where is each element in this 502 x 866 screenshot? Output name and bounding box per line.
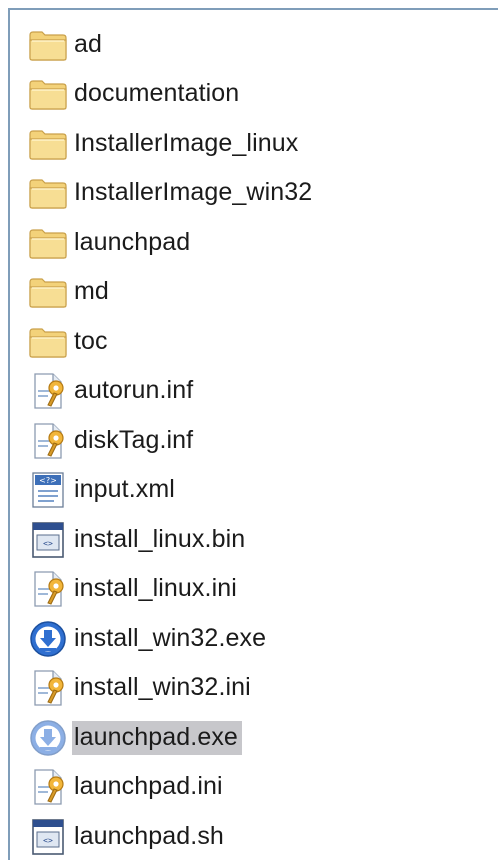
file-item[interactable]: launchpad [26,218,316,268]
installer-exe-icon [26,716,70,760]
file-item[interactable]: InstallerImage_win32 [26,169,316,219]
file-name: md [74,277,109,306]
folder-icon [26,270,70,314]
file-name: install_linux.ini [74,574,237,603]
file-name: ad [74,29,103,58]
installer-exe-icon [26,617,70,661]
file-name: launchpad.sh [74,821,224,850]
settings-file-icon [26,765,70,809]
binary-file-icon: <> [26,815,70,859]
file-name: install_win32.ini [74,673,251,702]
file-list-pane: ad documentation InstallerImage_linux In… [8,8,498,860]
file-name: input.xml [74,475,175,504]
file-item[interactable]: install_linux.ini [26,565,316,615]
file-name: toc [74,326,108,355]
file-name: launchpad [74,227,191,256]
file-name: install_win32.exe [74,623,267,652]
svg-text:<>: <> [43,836,53,845]
file-item[interactable]: InstallerImage_linux [26,119,316,169]
file-item[interactable]: launchpad.exe [26,713,316,763]
file-item[interactable]: md [26,268,316,318]
file-name: autorun.inf [74,376,194,405]
file-item[interactable]: install_win32.exe [26,614,316,664]
folder-icon [26,122,70,166]
file-item[interactable]: diskTag.inf [26,416,316,466]
settings-file-icon [26,666,70,710]
file-item[interactable]: autorun.inf [26,367,316,417]
file-item[interactable]: launchpad.ini [26,763,316,813]
file-name: install_linux.bin [74,524,246,553]
folder-icon [26,171,70,215]
file-item[interactable]: <> install_linux.bin [26,515,316,565]
svg-text:<>: <> [43,539,53,548]
binary-file-icon: <> [26,518,70,562]
folder-icon [26,23,70,67]
file-item[interactable]: <> launchpad.sh [26,812,316,862]
file-name: launchpad.exe [72,720,242,755]
folder-icon [26,320,70,364]
settings-file-icon [26,369,70,413]
file-name: diskTag.inf [74,425,194,454]
xml-file-icon: <?> [26,468,70,512]
file-item[interactable]: ad [26,20,316,70]
folder-icon [26,221,70,265]
settings-file-icon [26,419,70,463]
svg-text:<?>: <?> [39,476,57,485]
folder-icon [26,72,70,116]
file-item[interactable]: documentation [26,70,316,120]
file-item[interactable]: install_win32.ini [26,664,316,714]
file-item[interactable]: <?> input.xml [26,466,316,516]
settings-file-icon [26,567,70,611]
file-name: InstallerImage_win32 [74,178,313,207]
file-list: ad documentation InstallerImage_linux In… [26,20,316,862]
file-name: InstallerImage_linux [74,128,299,157]
file-name: launchpad.ini [74,772,223,801]
file-item[interactable]: toc [26,317,316,367]
file-name: documentation [74,79,240,108]
